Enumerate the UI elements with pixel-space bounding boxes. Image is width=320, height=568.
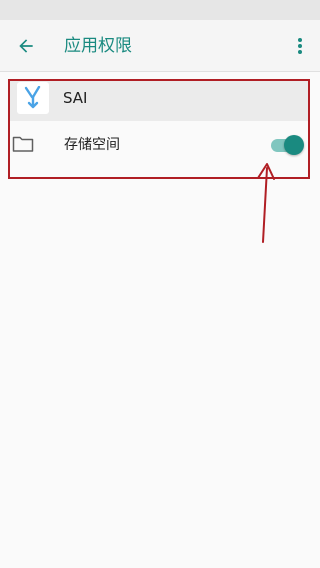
permission-row-storage[interactable]: 存储空间 (9, 121, 309, 169)
app-name: SAI (63, 89, 88, 107)
status-bar (0, 0, 320, 20)
toggle-thumb (284, 135, 304, 155)
sai-app-icon (17, 82, 49, 114)
folder-icon (12, 136, 34, 152)
app-header-row: SAI (9, 79, 309, 121)
back-button[interactable] (8, 28, 44, 64)
storage-permission-toggle[interactable] (269, 134, 305, 156)
arrow-left-icon (19, 39, 33, 53)
permission-label: 存储空间 (64, 137, 120, 153)
more-options-button[interactable] (286, 28, 314, 64)
page-title: 应用权限 (64, 36, 132, 56)
app-bar: 应用权限 (0, 20, 320, 72)
more-vert-icon (298, 38, 302, 54)
